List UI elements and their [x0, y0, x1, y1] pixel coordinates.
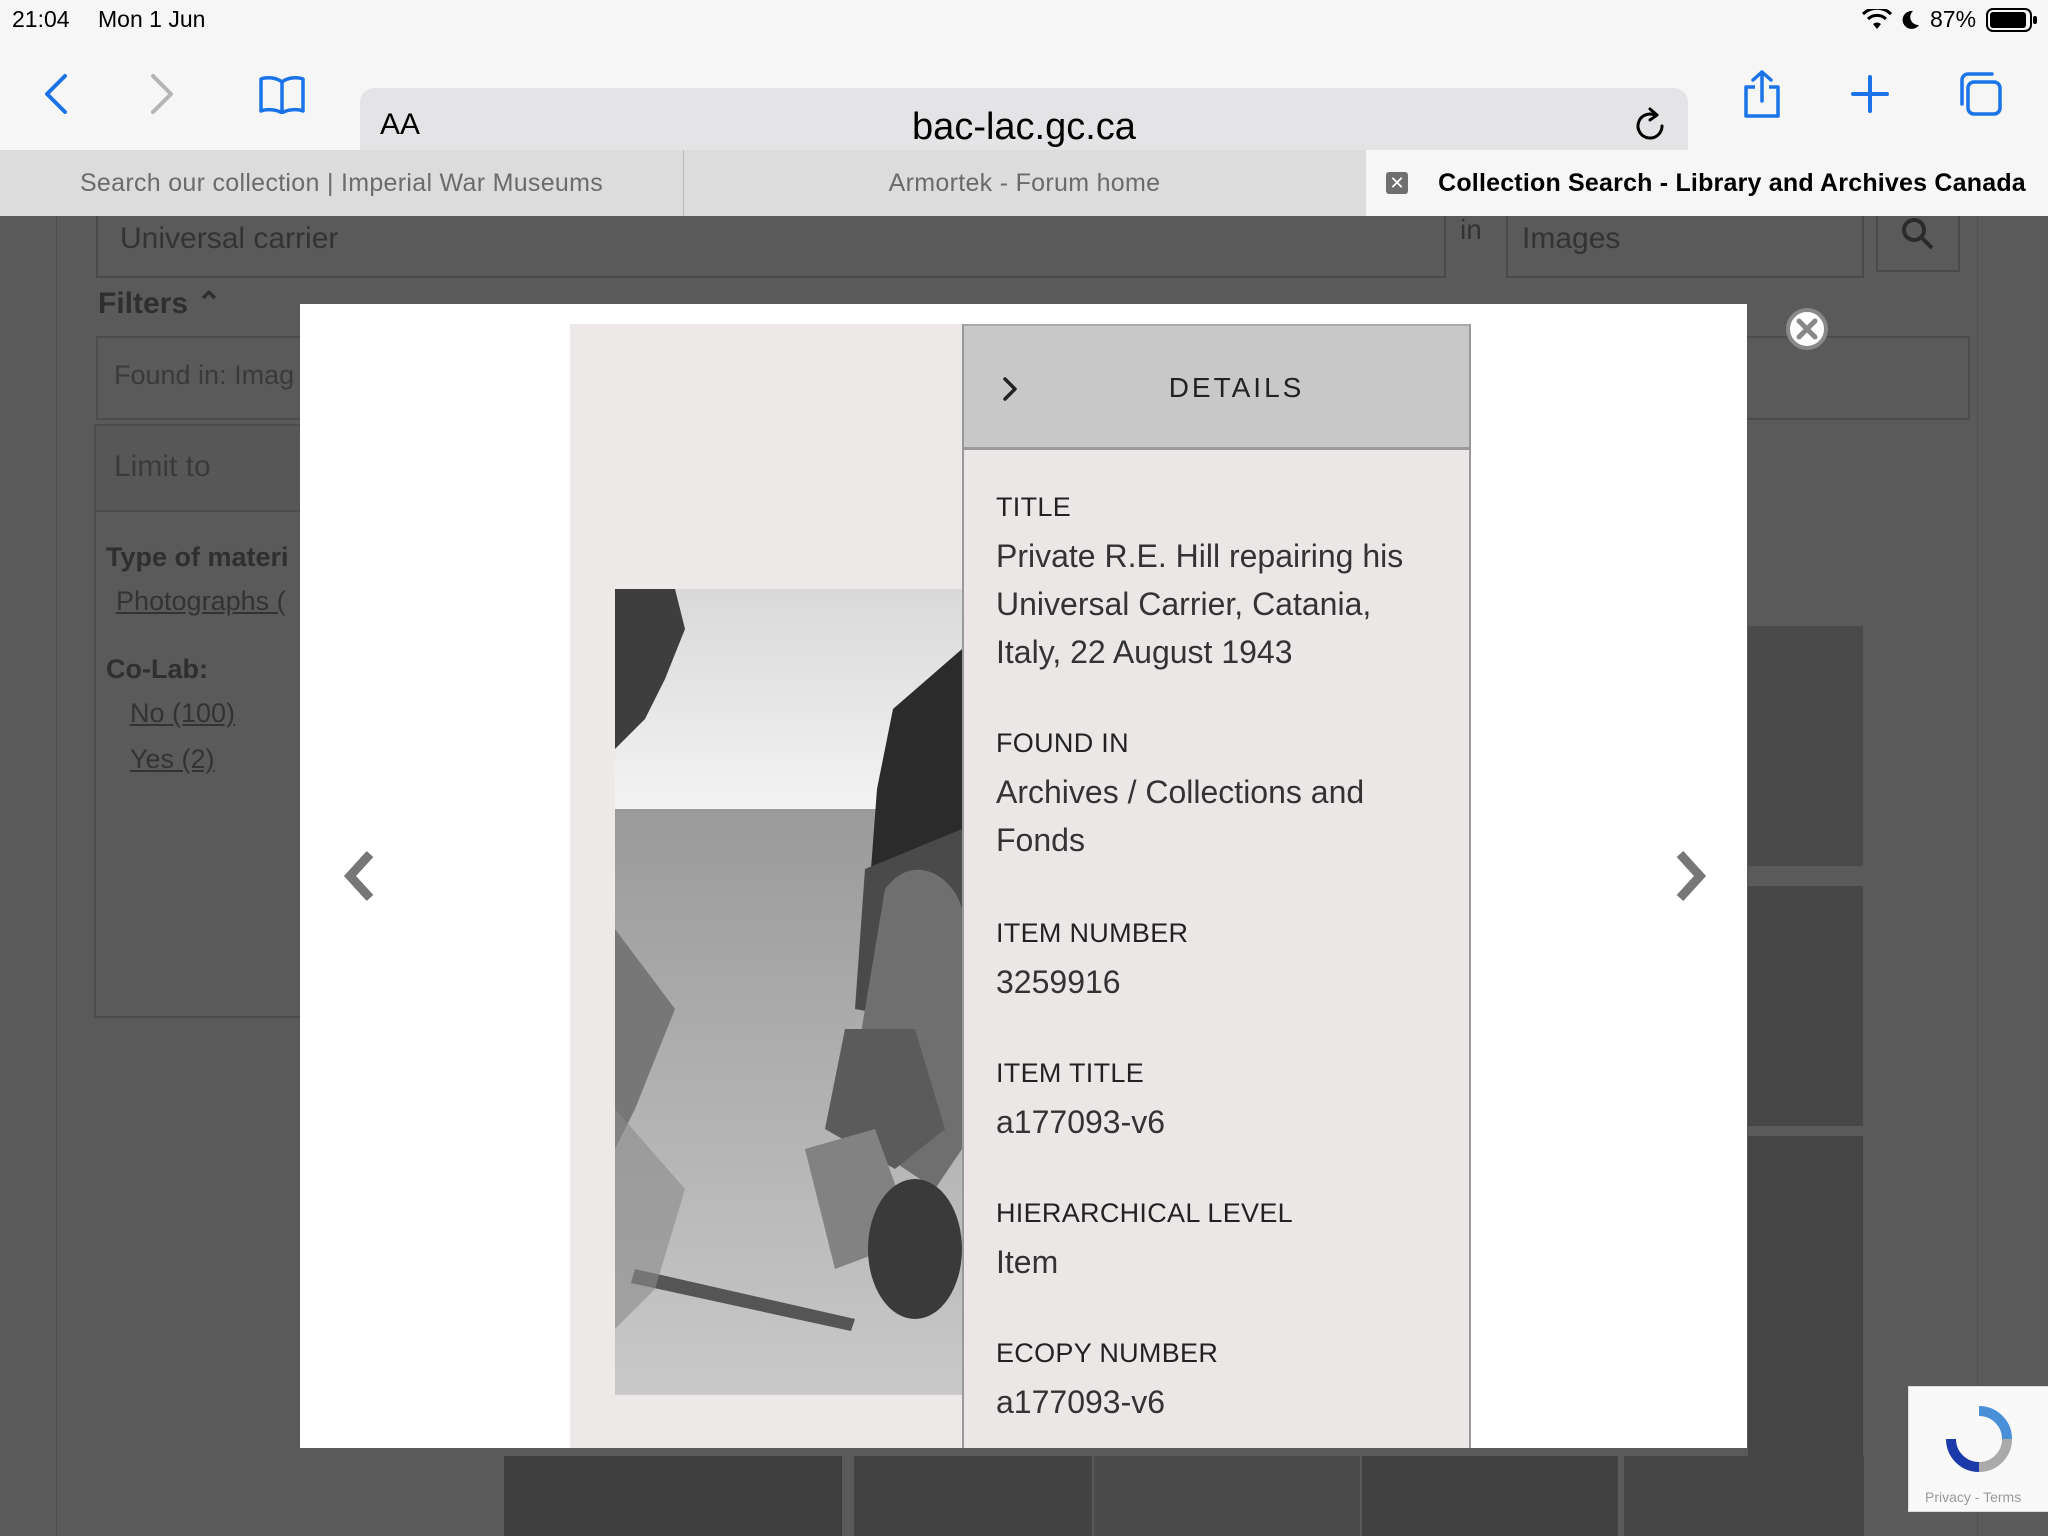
item-title-value: a177093-v6 — [996, 1104, 1166, 1140]
limit-to-label: Limit to — [114, 450, 211, 483]
close-icon: ✕ — [1389, 173, 1405, 193]
found-in-value: Archives / Collections and Fonds — [996, 774, 1365, 858]
item-number-value: 3259916 — [996, 964, 1121, 1000]
tab-label: Armortek - Forum home — [888, 168, 1161, 197]
forward-icon — [151, 74, 173, 114]
battery-icon — [1986, 8, 2037, 32]
filters-toggle[interactable]: Filters ⌃ — [98, 286, 222, 321]
tabs-overview-button[interactable] — [1954, 68, 2006, 120]
back-button[interactable] — [30, 68, 82, 120]
status-date: Mon 1 Jun — [98, 6, 206, 32]
details-toggle[interactable]: DETAILS — [964, 324, 1469, 450]
search-input[interactable]: Universal carrier — [96, 216, 1446, 278]
wifi-icon — [1862, 9, 1892, 29]
hierarchical-level-label: HIERARCHICAL LEVEL — [996, 1198, 1293, 1228]
hierarchical-level-value: Item — [996, 1244, 1059, 1280]
result-thumbnail[interactable] — [1748, 886, 1863, 1126]
archival-photo[interactable] — [615, 589, 962, 1395]
result-thumbnail[interactable] — [504, 1456, 842, 1536]
moon-icon — [1902, 10, 1919, 29]
ecopy-number-value: a177093-v6 — [996, 1384, 1166, 1420]
tab-imperial-war-museums[interactable]: Search our collection | Imperial War Mus… — [0, 150, 683, 216]
result-thumbnail[interactable] — [1362, 1456, 1618, 1536]
share-icon — [1744, 70, 1780, 118]
url-field[interactable]: bac-lac.gc.ca — [360, 106, 1688, 149]
scope-select[interactable]: Images — [1506, 216, 1864, 278]
found-in-text: Found in: Imag — [114, 360, 295, 390]
item-number-label: ITEM NUMBER — [996, 918, 1189, 948]
back-icon — [45, 74, 67, 114]
status-bar: 21:04 Mon 1 Jun 87% — [0, 0, 2048, 40]
new-tab-icon — [1851, 75, 1889, 113]
reload-icon[interactable] — [1630, 106, 1670, 146]
next-arrow-icon[interactable] — [1662, 846, 1712, 906]
search-button[interactable] — [1876, 216, 1960, 272]
tab-bar: Search our collection | Imperial War Mus… — [0, 150, 2048, 217]
scope-value: Images — [1522, 222, 1621, 255]
ecopy-number-label: ECOPY NUMBER — [996, 1338, 1219, 1368]
tab-label: Collection Search - Library and Archives… — [1438, 168, 2026, 197]
new-tab-button[interactable] — [1844, 68, 1896, 120]
photographs-link[interactable]: Photographs ( — [116, 586, 286, 617]
result-thumbnail[interactable] — [1094, 1456, 1360, 1536]
tab-library-archives-canada[interactable]: Collection Search - Library and Archives… — [1366, 150, 2048, 216]
result-thumbnail[interactable] — [1748, 1136, 1863, 1456]
result-thumbnail[interactable] — [1624, 1456, 1864, 1536]
search-value: Universal carrier — [120, 222, 339, 255]
battery-percent: 87% — [1930, 6, 1977, 32]
recaptcha-text: Privacy - Terms — [1925, 1489, 2022, 1505]
image-area — [570, 324, 962, 1448]
tab-armortek[interactable]: Armortek - Forum home — [684, 150, 1365, 216]
type-of-material-label: Type of materi — [106, 542, 289, 572]
colab-no-link[interactable]: No (100) — [130, 698, 235, 729]
share-button[interactable] — [1736, 68, 1788, 120]
bookmarks-button[interactable] — [256, 68, 308, 120]
result-thumbnail[interactable] — [854, 1456, 1092, 1536]
recaptcha-badge[interactable]: Privacy - Terms — [1908, 1386, 2048, 1512]
photo-image — [615, 589, 962, 1395]
details-panel: DETAILS TITLE Private R.E. Hill repairin… — [962, 324, 1471, 1448]
item-title-label: ITEM TITLE — [996, 1058, 1145, 1088]
filters-label: Filters — [98, 287, 189, 320]
close-modal-icon[interactable] — [1785, 307, 1829, 351]
status-time: 21:04 — [12, 6, 70, 32]
tab-label: Search our collection | Imperial War Mus… — [79, 168, 604, 197]
title-value: Private R.E. Hill repairing his Universa… — [996, 538, 1404, 670]
bookmarks-icon — [259, 76, 305, 114]
browser-toolbar: AA bac-lac.gc.ca — [0, 40, 2048, 166]
recaptcha-icon — [1946, 1406, 2012, 1472]
search-icon — [1902, 218, 1934, 250]
in-label: in — [1460, 216, 1482, 245]
forward-button[interactable] — [136, 68, 188, 120]
details-heading: DETAILS — [1168, 372, 1305, 403]
title-label: TITLE — [996, 492, 1072, 522]
chevron-up-icon: ⌃ — [196, 287, 222, 320]
previous-arrow-icon[interactable] — [338, 846, 388, 906]
colab-yes-link[interactable]: Yes (2) — [130, 744, 215, 775]
tab-close-button[interactable]: ✕ — [1386, 172, 1408, 194]
colab-label: Co-Lab: — [106, 654, 208, 684]
result-thumbnail[interactable] — [1748, 626, 1863, 866]
image-viewer-modal: DETAILS TITLE Private R.E. Hill repairin… — [300, 304, 1747, 1448]
tabs-overview-icon — [1960, 72, 2002, 116]
found-in-label: FOUND IN — [996, 728, 1129, 758]
